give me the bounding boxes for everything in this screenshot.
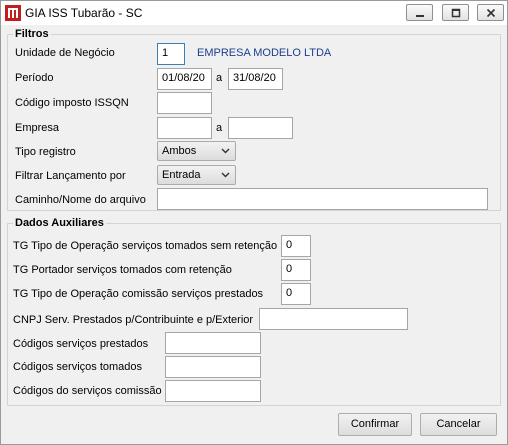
- cnpj-label: CNPJ Serv. Prestados p/Contribuinte e p/…: [13, 314, 254, 326]
- close-icon: [486, 8, 495, 17]
- chevron-down-icon: [221, 148, 230, 154]
- caminho-label: Caminho/Nome do arquivo: [15, 194, 146, 206]
- tg-portador-input[interactable]: 0: [281, 259, 311, 281]
- unidade-name: EMPRESA MODELO LTDA: [197, 47, 332, 59]
- cod-comissao-label: Códigos do serviços comissão: [13, 385, 162, 397]
- app-logo-icon: [5, 5, 21, 21]
- empresa-separator: a: [216, 122, 223, 134]
- empresa-label: Empresa: [15, 122, 60, 134]
- minimize-icon: [415, 14, 424, 17]
- cnpj-input[interactable]: [259, 308, 408, 330]
- tipo-registro-select[interactable]: Ambos: [157, 141, 236, 161]
- tg-comissao-input[interactable]: 0: [281, 283, 311, 305]
- filtros-title: Filtros: [13, 28, 51, 40]
- maximize-button[interactable]: [442, 4, 469, 21]
- tipo-registro-label: Tipo registro: [15, 146, 76, 158]
- title-bar[interactable]: GIA ISS Tubarão - SC: [1, 1, 507, 25]
- codigo-imposto-label: Código imposto ISSQN: [15, 97, 129, 109]
- tipo-registro-value: Ambos: [162, 145, 197, 157]
- periodo-to-input[interactable]: 31/08/20: [228, 68, 283, 90]
- maximize-icon: [451, 8, 460, 17]
- cod-prestados-label: Códigos serviços prestados: [13, 338, 149, 350]
- unidade-input[interactable]: 1: [157, 43, 185, 65]
- minimize-button[interactable]: [406, 4, 433, 21]
- tg-portador-label: TG Portador serviços tomados com retençã…: [13, 264, 232, 276]
- tg-tomados-sem-label: TG Tipo de Operação serviços tomados sem…: [13, 240, 278, 252]
- empresa-from-input[interactable]: [157, 117, 212, 139]
- periodo-from-input[interactable]: 01/08/20: [157, 68, 212, 90]
- filtrar-label: Filtrar Lançamento por: [15, 170, 126, 182]
- close-button[interactable]: [477, 4, 504, 21]
- unidade-label: Unidade de Negócio: [15, 47, 115, 59]
- chevron-down-icon: [221, 172, 230, 178]
- periodo-separator: a: [216, 72, 223, 84]
- filtrar-select[interactable]: Entrada: [157, 165, 236, 185]
- window-title: GIA ISS Tubarão - SC: [25, 6, 143, 20]
- codigo-imposto-input[interactable]: [157, 92, 212, 114]
- cod-tomados-label: Códigos serviços tomados: [13, 361, 143, 373]
- caminho-input[interactable]: [157, 188, 488, 210]
- empresa-to-input[interactable]: [228, 117, 293, 139]
- periodo-label: Período: [15, 72, 54, 84]
- dados-auxiliares-title: Dados Auxiliares: [13, 217, 106, 229]
- cod-tomados-input[interactable]: [165, 356, 261, 378]
- tg-comissao-label: TG Tipo de Operação comissão serviços pr…: [13, 288, 264, 300]
- main-window: GIA ISS Tubarão - SC Filtros Unidade de …: [0, 0, 508, 445]
- cod-comissao-input[interactable]: [165, 380, 261, 402]
- cod-prestados-input[interactable]: [165, 332, 261, 354]
- tg-tomados-sem-input[interactable]: 0: [281, 235, 311, 257]
- cancel-button[interactable]: Cancelar: [420, 413, 497, 436]
- confirm-button[interactable]: Confirmar: [338, 413, 412, 436]
- filtrar-value: Entrada: [162, 169, 201, 181]
